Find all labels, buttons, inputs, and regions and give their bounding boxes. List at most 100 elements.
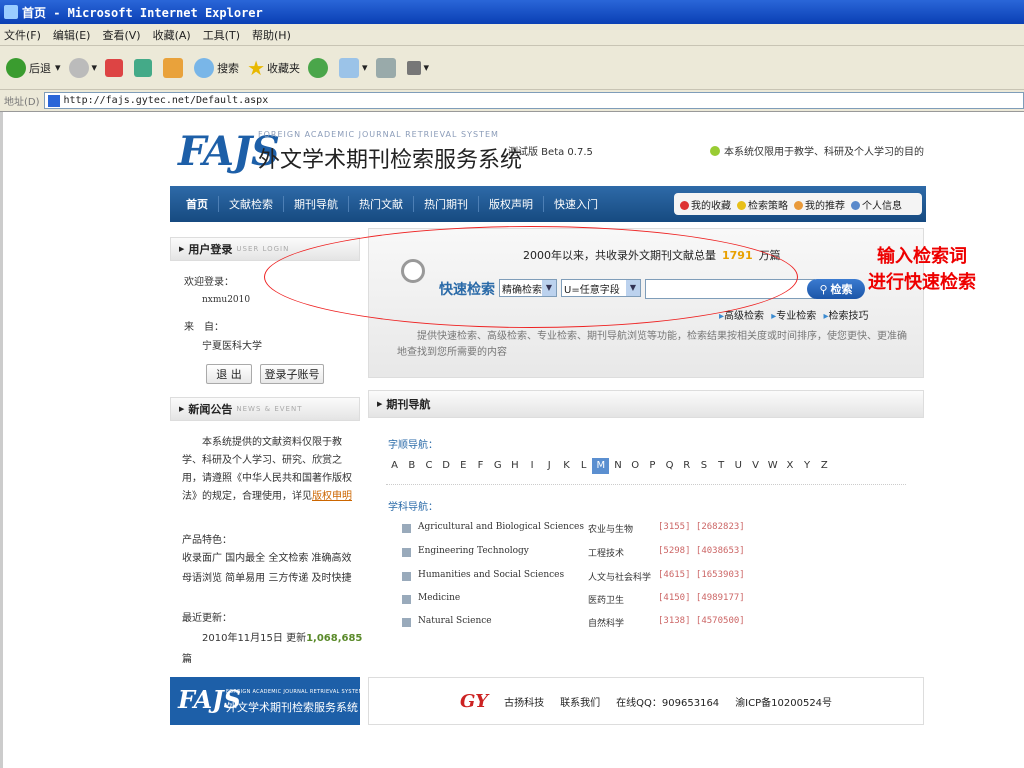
logout-button[interactable]: 退 出 (206, 364, 252, 384)
heart-icon (680, 201, 689, 210)
menu-help[interactable]: 帮助(H) (252, 27, 291, 43)
search-button[interactable]: 搜索 (194, 57, 239, 78)
username: nxmu2010 (202, 295, 251, 305)
search-description: 提供快速检索、高级检索、专业检索、期刊导航浏览等功能，检索结果按相关度或时间排序… (397, 331, 907, 358)
personal-info-link[interactable]: 个人信息 (851, 197, 902, 212)
nav-home[interactable]: 首页 (176, 196, 219, 212)
menu-edit[interactable]: 编辑(E) (53, 27, 91, 43)
home-button[interactable] (163, 57, 186, 78)
divider (386, 484, 906, 485)
nav-hot-literature[interactable]: 热门文献 (349, 196, 414, 212)
letter-y[interactable]: Y (799, 458, 816, 474)
footer-logo: FAJS FOREIGN ACADEMIC JOURNAL RETRIEVAL … (170, 677, 360, 725)
letter-r[interactable]: R (678, 458, 695, 474)
letter-f[interactable]: F (472, 458, 489, 474)
letter-v[interactable]: V (747, 458, 764, 474)
window-title-bar: 首页 - Microsoft Internet Explorer (0, 0, 1024, 24)
news-panel: ▶ 新闻公告 NEWS & EVENT (170, 397, 360, 421)
my-favorites-link[interactable]: 我的收藏 (680, 197, 731, 212)
letter-p[interactable]: P (644, 458, 661, 474)
search-submit-button[interactable]: ⚲ 检索 (807, 279, 865, 299)
back-arrow-icon (6, 57, 26, 78)
letter-i[interactable]: I (524, 458, 541, 474)
history-button[interactable] (308, 57, 331, 78)
news-header: ▶ 新闻公告 NEWS & EVENT (170, 397, 360, 421)
letter-u[interactable]: U (730, 458, 747, 474)
letter-j[interactable]: J (541, 458, 558, 474)
letter-h[interactable]: H (506, 458, 523, 474)
mail-icon (339, 57, 359, 78)
organization: 宁夏医科大学 (202, 341, 262, 352)
letter-x[interactable]: X (781, 458, 798, 474)
back-button[interactable]: 后退 ▾ (6, 57, 61, 78)
menu-file[interactable]: 文件(F) (4, 27, 41, 43)
features-label: 产品特色： (182, 535, 232, 546)
forward-button[interactable]: ▾ (68, 57, 97, 78)
print-button[interactable] (375, 57, 399, 78)
stop-button[interactable] (105, 58, 126, 77)
journal-icon (402, 618, 411, 627)
print-icon (375, 57, 396, 78)
welcome-label: 欢迎登录： (184, 277, 234, 288)
user-icon (851, 201, 860, 210)
letter-z[interactable]: Z (816, 458, 833, 474)
letter-s[interactable]: S (695, 458, 712, 474)
nav-journal-nav[interactable]: 期刊导航 (284, 196, 349, 212)
journal-nav-panel: ▶ 期刊导航 字顺导航： A B C D E F G H I J K L M N … (368, 390, 924, 672)
sub-account-button[interactable]: 登录子账号 (260, 364, 324, 384)
letter-c[interactable]: C (420, 458, 437, 474)
search-icon: ⚲ (819, 282, 828, 296)
stop-icon (105, 58, 124, 77)
letter-m[interactable]: M (592, 458, 610, 474)
refresh-button[interactable] (134, 58, 155, 77)
nav-quick-start[interactable]: 快速入门 (544, 196, 608, 212)
mail-button[interactable]: ▾ (339, 57, 368, 78)
letter-l[interactable]: L (575, 458, 592, 474)
journal-icon (402, 548, 411, 557)
professional-search-link[interactable]: ▸专业检索 (771, 311, 816, 322)
favorites-button[interactable]: ★ 收藏夹 (247, 56, 300, 80)
copyright-link[interactable]: 版权申明 (312, 491, 352, 502)
address-input[interactable]: http://fajs.gytec.net/Default.aspx (43, 92, 1024, 109)
logo-subtitle-en: FOREIGN ACADEMIC JOURNAL RETRIEVAL SYSTE… (258, 130, 499, 139)
letter-a[interactable]: A (386, 458, 403, 474)
update-unit: 篇 (182, 654, 192, 665)
journal-icon (402, 595, 411, 604)
footer-info: GY 古扬科技 联系我们 在线QQ：909653164 渝ICP备1020052… (368, 677, 924, 725)
menu-tools[interactable]: 工具(T) (203, 27, 240, 43)
info-icon (710, 145, 720, 156)
letter-t[interactable]: T (713, 458, 730, 474)
contact-link[interactable]: 联系我们 (560, 694, 600, 709)
letter-e[interactable]: E (455, 458, 472, 474)
letter-g[interactable]: G (489, 458, 506, 474)
letter-q[interactable]: Q (661, 458, 678, 474)
footer-logo-en: FOREIGN ACADEMIC JOURNAL RETRIEVAL SYSTE… (226, 689, 360, 695)
letter-o[interactable]: O (627, 458, 644, 474)
letter-k[interactable]: K (558, 458, 575, 474)
advanced-search-link[interactable]: ▸高级检索 (719, 311, 764, 322)
browser-toolbar: 后退 ▾ ▾ 搜索 ★ 收藏夹 ▾ ▾ (0, 46, 1024, 90)
menu-favorites[interactable]: 收藏(A) (153, 27, 191, 43)
update-label: 最近更新： (182, 613, 232, 624)
nav-copyright[interactable]: 版权声明 (479, 196, 544, 212)
ie-icon (4, 5, 18, 19)
letter-b[interactable]: B (403, 458, 420, 474)
logo-title-cn: 外文学术期刊检索服务系统 (258, 148, 523, 173)
letter-w[interactable]: W (764, 458, 781, 474)
search-strategy-link[interactable]: 检索策略 (737, 197, 788, 212)
my-recommend-link[interactable]: 我的推荐 (794, 197, 845, 212)
edit-icon (406, 60, 421, 75)
news-body: 本系统提供的文献资料仅限于教学、科研及个人学习、研究、欣赏之用，请遵照《中华人民… (182, 437, 352, 502)
edit-button[interactable]: ▾ (406, 60, 429, 75)
icp-info: 渝ICP备10200524号 (735, 697, 833, 709)
nav-hot-journals[interactable]: 热门期刊 (414, 196, 479, 212)
page-icon (47, 94, 60, 107)
search-tips-link[interactable]: ▸检索技巧 (823, 311, 868, 322)
nav-literature-search[interactable]: 文献检索 (219, 196, 284, 212)
letter-d[interactable]: D (438, 458, 455, 474)
letter-n[interactable]: N (609, 458, 626, 474)
menu-view[interactable]: 查看(V) (102, 27, 140, 43)
alpha-nav-label: 字顺导航： (388, 440, 438, 451)
address-url: http://fajs.gytec.net/Default.aspx (63, 95, 269, 106)
update-text: 2010年11月15日 更新1,068,685 (202, 633, 363, 644)
